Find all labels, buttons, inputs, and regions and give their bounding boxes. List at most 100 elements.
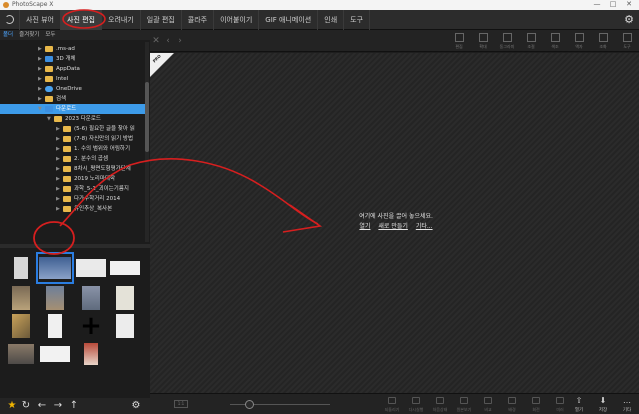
folder-tree-item[interactable]: ▶ 1. 수의 범위와 어림하기 (0, 144, 146, 154)
folder-tree-item[interactable]: ▶ .ms-ad (0, 44, 146, 54)
tab-print[interactable]: 인쇄 (318, 10, 345, 30)
bottom-tool-button[interactable]: 배경 (500, 394, 524, 414)
up-arrow-icon[interactable]: ↑ (68, 400, 80, 412)
thumbnail-13[interactable] (4, 340, 38, 368)
top-tool-button[interactable]: 동그라미 (495, 30, 519, 52)
thumbnail-12[interactable] (108, 312, 142, 340)
tab-photo-viewer[interactable]: 사진 뷰어 (20, 10, 61, 30)
top-tool-button[interactable]: 조절 (519, 30, 543, 52)
chevron-right-icon[interactable]: ▶ (56, 144, 62, 154)
tab-photo-editor[interactable]: 사진 편집 (61, 10, 102, 30)
tab-collage[interactable]: 콜라주 (182, 10, 215, 30)
top-tool-button[interactable]: 조화 (591, 30, 615, 52)
top-tool-button[interactable]: 도구 (615, 30, 639, 52)
chevron-right-icon[interactable]: ▶ (38, 94, 44, 104)
thumbnail-10[interactable] (38, 312, 72, 340)
tab-cut-out[interactable]: 오려내기 (102, 10, 141, 30)
bottom-tool-button[interactable]: 다시실행 (404, 394, 428, 414)
chevron-down-icon[interactable]: ▼ (38, 104, 44, 114)
chevron-right-icon[interactable]: ▶ (56, 194, 62, 204)
folder-tree-item[interactable]: ▶ 3D 개체 (0, 54, 146, 64)
thumbnail-2[interactable] (36, 252, 74, 284)
thumbnail-1[interactable] (4, 254, 38, 282)
top-tool-button[interactable]: 색조 (543, 30, 567, 52)
chevron-right-icon[interactable]: ▶ (38, 84, 44, 94)
folder-tree-item[interactable]: ▶ 과학_5-1_괴이는기름지 (0, 184, 146, 194)
save-button[interactable]: ⬇ 저장 (591, 394, 615, 414)
bottom-tool-button[interactable]: 처음상태 (428, 394, 452, 414)
editor-canvas[interactable]: PRO 여기에 사진을 끌어 놓으세요. 열기 새로 만들기 기타... (150, 53, 639, 393)
new-link[interactable]: 새로 만들기 (378, 223, 408, 230)
open-link[interactable]: 열기 (359, 223, 370, 230)
chevron-right-icon[interactable]: ▶ (56, 154, 62, 164)
folder-tree-item[interactable]: ▼ 2023 다운로드 (0, 114, 146, 124)
tab-combine[interactable]: 이어붙이기 (214, 10, 260, 30)
folder-tree-item[interactable]: ▶ 검색 (0, 94, 146, 104)
chevron-right-icon[interactable]: ▶ (56, 124, 62, 134)
chevron-right-icon[interactable]: ▶ (56, 174, 62, 184)
thumbnail-11[interactable]: + (74, 312, 108, 340)
top-tool-button[interactable]: 편집 (447, 30, 471, 52)
chevron-down-icon[interactable]: ▼ (47, 114, 53, 124)
folder-tree-item[interactable]: ▶ 2. 분수의 곱셈 (0, 154, 146, 164)
zoom-slider-knob[interactable] (245, 400, 254, 409)
tab-all[interactable]: 모두 (42, 30, 58, 40)
thumbnail-7[interactable] (74, 284, 108, 312)
chevron-right-icon[interactable]: ▶ (56, 184, 62, 194)
thumbnail-5[interactable] (4, 284, 38, 312)
more-link[interactable]: 기타... (416, 223, 433, 230)
minimize-button[interactable]: — (590, 0, 604, 10)
folder-tree-item[interactable]: ▶ (5-6) 필요한 글을 찾아 읽 (0, 124, 146, 134)
chevron-right-icon[interactable]: ▶ (56, 164, 62, 174)
previous-image-icon[interactable]: ‹ (162, 30, 174, 52)
folder-tree-item[interactable]: ▶ AppData (0, 64, 146, 74)
top-tool-button[interactable]: 확대 (471, 30, 495, 52)
close-button[interactable]: ✕ (622, 0, 636, 10)
scrollbar-thumb[interactable] (145, 82, 149, 152)
close-image-icon[interactable]: ✕ (150, 30, 162, 52)
top-tool-button[interactable]: 액자 (567, 30, 591, 52)
tab-tools[interactable]: 도구 (344, 10, 371, 30)
tab-batch-editor[interactable]: 일괄 편집 (141, 10, 182, 30)
folder-tree-item[interactable]: ▶ (7-8) 자신만의 읽기 방법 (0, 134, 146, 144)
folder-tree-item[interactable]: ▶ 다가수학거리 2014 (0, 194, 146, 204)
refresh-icon[interactable]: ↻ (20, 400, 32, 412)
folder-tree-item[interactable]: ▶ 8차시_평면도형평가단계 (0, 164, 146, 174)
chevron-right-icon[interactable]: ▶ (56, 134, 62, 144)
chevron-right-icon[interactable]: ▶ (56, 204, 62, 214)
folder-tree-item[interactable]: ▶ OneDrive (0, 84, 146, 94)
chevron-right-icon[interactable]: ▶ (38, 44, 44, 54)
folder-tree-item[interactable]: ▶ Intel (0, 74, 146, 84)
thumbnail-4[interactable] (108, 254, 142, 282)
chevron-right-icon[interactable]: ▶ (38, 64, 44, 74)
tab-folders[interactable]: 폴더 (0, 30, 16, 40)
home-button[interactable] (0, 10, 20, 30)
thumbnail-15[interactable] (74, 340, 108, 368)
tab-favorites[interactable]: 즐겨찾기 (16, 30, 42, 40)
bottom-tool-button[interactable]: 비교 (476, 394, 500, 414)
maximize-button[interactable]: □ (606, 0, 620, 10)
thumbnail-6[interactable] (38, 284, 72, 312)
thumbnail-14[interactable] (38, 340, 72, 368)
bottom-tool-button[interactable]: 회전 (524, 394, 548, 414)
browser-settings-gear-icon[interactable]: ⚙ (130, 400, 142, 412)
thumbnail-9[interactable] (4, 312, 38, 340)
forward-arrow-icon[interactable]: → (52, 400, 64, 412)
bottom-tool-button[interactable]: 되돌리기 (380, 394, 404, 414)
folder-tree-item[interactable]: ▶ 2019 노리마대학 (0, 174, 146, 184)
thumbnail-8[interactable] (108, 284, 142, 312)
folder-tree-item[interactable]: ▶ 유인추상_복사본 (0, 204, 146, 214)
next-image-icon[interactable]: › (174, 30, 186, 52)
back-arrow-icon[interactable]: ← (36, 400, 48, 412)
zoom-level[interactable]: 1:1 (174, 400, 188, 408)
folder-tree-item[interactable]: ▼ 다운로드 (0, 104, 146, 114)
chevron-right-icon[interactable]: ▶ (38, 54, 44, 64)
chevron-right-icon[interactable]: ▶ (38, 74, 44, 84)
open-button[interactable]: ⇧ 열기 (567, 394, 591, 414)
favorite-star-icon[interactable]: ★ (6, 400, 18, 412)
settings-gear-icon[interactable]: ⚙ (623, 14, 635, 26)
bottom-tool-button[interactable]: 원본보기 (452, 394, 476, 414)
more-button[interactable]: … 기타 (615, 394, 639, 414)
tab-gif-animation[interactable]: GIF 애니메이션 (259, 10, 319, 30)
tree-scrollbar[interactable] (145, 42, 149, 242)
